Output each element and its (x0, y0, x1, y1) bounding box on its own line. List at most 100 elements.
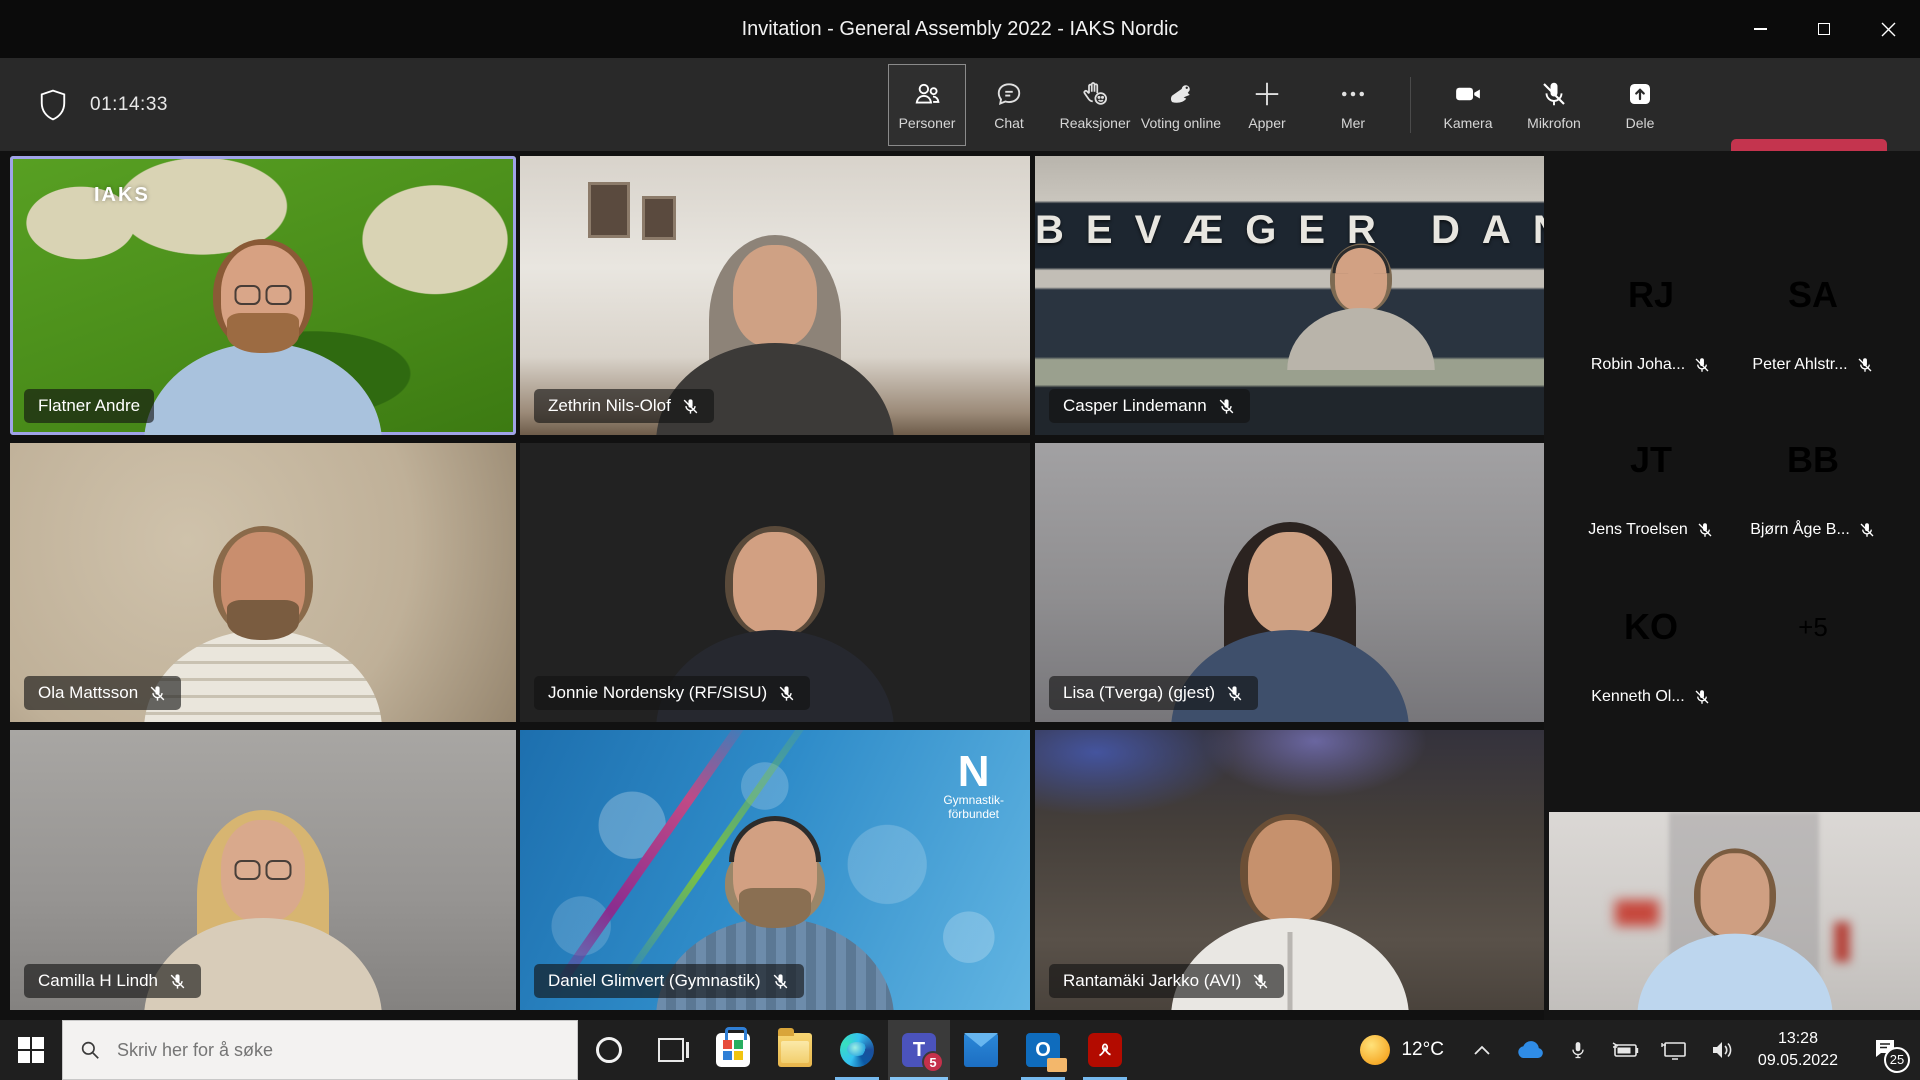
teams-notification-badge: 5 (922, 1051, 944, 1073)
toolbar-button-kamera[interactable]: Kamera (1425, 64, 1511, 146)
taskbar-app-mail[interactable] (950, 1020, 1012, 1080)
video-tile-flatner-andre[interactable]: IAKS Flatner Andre (10, 156, 516, 435)
taskbar-clock[interactable]: 13:28 09.05.2022 (1746, 1028, 1850, 1071)
iaks-backdrop-logo: IAKS (94, 184, 150, 207)
taskbar-app-file-explorer[interactable] (764, 1020, 826, 1080)
chat-icon (994, 79, 1024, 109)
video-tile-jonnie-nordensky[interactable]: Jonnie Nordensky (RF/SISU) (520, 443, 1030, 722)
video-tile-daniel-glimvert[interactable]: N Gymnastik-förbundet Daniel Glimvert (G… (520, 730, 1030, 1010)
toolbar-button-chat[interactable]: Chat (966, 64, 1052, 146)
video-tile-rantamaki-jarkko[interactable]: Rantamäki Jarkko (AVI) (1035, 730, 1544, 1010)
toolbar-button-dele[interactable]: Dele (1597, 64, 1683, 146)
sun-weather-icon (1360, 1035, 1390, 1065)
video-tile-lisa-tverga[interactable]: Lisa (Tverga) (gjest) (1035, 443, 1544, 722)
toolbar-button-label: Dele (1626, 115, 1655, 131)
toolbar-button-personer[interactable]: Personer (888, 64, 966, 146)
cortana-button[interactable] (578, 1020, 640, 1080)
toolbar-button-label: Mikrofon (1527, 115, 1581, 131)
self-video-person (1636, 837, 1833, 1009)
taskbar-app-teams[interactable]: T5 (888, 1020, 950, 1080)
mic-muted-icon (168, 972, 187, 991)
cortana-icon (596, 1037, 622, 1063)
video-tile-ola-mattsson[interactable]: Ola Mattsson (10, 443, 516, 722)
toolbar-divider (1410, 77, 1411, 133)
toolbar-button-apper[interactable]: Apper (1224, 64, 1310, 146)
acrobat-icon (1088, 1033, 1122, 1067)
taskbar-app-edge[interactable] (826, 1020, 888, 1080)
overflow-participants-avatar[interactable]: +5 (1760, 574, 1866, 680)
ellipsis-icon (1338, 79, 1368, 109)
weather-widget[interactable] (1351, 1035, 1399, 1065)
close-icon (1881, 22, 1896, 37)
toolbar-button-voting-online[interactable]: Voting online (1138, 64, 1224, 146)
taskbar-app-store[interactable] (702, 1020, 764, 1080)
avatar[interactable]: JT (1598, 407, 1704, 513)
maximize-button[interactable] (1792, 0, 1856, 58)
avatar[interactable]: BB (1760, 407, 1866, 513)
tray-onedrive[interactable] (1506, 1039, 1554, 1061)
system-tray: 12°C 13:28 09.05.2022 25 (1351, 1020, 1920, 1080)
toolbar-button-label: Voting online (1141, 115, 1221, 131)
search-icon (79, 1039, 101, 1061)
video-tile-casper-lindemann[interactable]: BEVÆGER DANMARK Casper Lindemann (1035, 156, 1544, 435)
gymnastikforbundet-logo: N Gymnastik-förbundet (943, 750, 1004, 822)
search-input[interactable] (115, 1039, 515, 1062)
title-bar: Invitation - General Assembly 2022 - IAK… (0, 0, 1920, 58)
reactions-icon (1080, 79, 1110, 109)
window-controls (1728, 0, 1920, 58)
tray-network[interactable] (1650, 1039, 1698, 1061)
video-tile-camilla-h-lindh[interactable]: Camilla H Lindh (10, 730, 516, 1010)
toolbar-button-label: Reaksjoner (1060, 115, 1131, 131)
microphone-icon (1568, 1038, 1588, 1062)
participant-name-label: Daniel Glimvert (Gymnastik) (534, 964, 804, 998)
taskbar-app-outlook[interactable]: O (1012, 1020, 1074, 1080)
battery-charging-icon (1611, 1039, 1641, 1061)
time: 13:28 (1778, 1028, 1818, 1050)
roster-name: Jens Troelsen (1559, 521, 1743, 539)
participant-name-label: Lisa (Tverga) (gjest) (1049, 676, 1258, 710)
meeting-timer: 01:14:33 (90, 94, 168, 116)
toolbar-button-mer[interactable]: Mer (1310, 64, 1396, 146)
toolbar-button-label: Mer (1341, 115, 1365, 131)
avatar[interactable]: RJ (1598, 242, 1704, 348)
chevron-up-icon (1472, 1043, 1492, 1057)
minimize-button[interactable] (1728, 0, 1792, 58)
mic-muted-icon (1856, 356, 1874, 374)
video-tile-zethrin-nils-olof[interactable]: Zethrin Nils-Olof (520, 156, 1030, 435)
network-display-icon (1660, 1039, 1688, 1061)
participant-name-label: Camilla H Lindh (24, 964, 201, 998)
task-view-button[interactable] (640, 1020, 702, 1080)
people-icon (912, 79, 942, 109)
mic-muted-icon (681, 397, 700, 416)
notification-count-badge: 25 (1884, 1047, 1910, 1073)
tray-battery[interactable] (1602, 1039, 1650, 1061)
roster-name: Peter Ahlstr... (1721, 356, 1905, 374)
toolbar-button-label: Kamera (1443, 115, 1492, 131)
action-center-icon: 25 (1872, 1036, 1898, 1065)
toolbar-button-mikrofon[interactable]: Mikrofon (1511, 64, 1597, 146)
participant-name-label: Zethrin Nils-Olof (534, 389, 714, 423)
tray-microphone[interactable] (1554, 1038, 1602, 1062)
action-center-button[interactable]: 25 (1850, 1036, 1920, 1065)
teams-meeting-window: Invitation - General Assembly 2022 - IAK… (0, 0, 1920, 1080)
backdrop-detail (1834, 922, 1850, 962)
taskbar-search[interactable] (62, 1020, 578, 1080)
toolbar-button-label: Chat (994, 115, 1024, 131)
mic-muted-icon (1696, 521, 1714, 539)
start-button[interactable] (0, 1020, 62, 1080)
tray-expand-button[interactable] (1458, 1043, 1506, 1057)
toolbar-button-reaksjoner[interactable]: Reaksjoner (1052, 64, 1138, 146)
avatar[interactable]: KO (1598, 574, 1704, 680)
file-explorer-icon (778, 1033, 812, 1067)
mic-muted-icon (1251, 972, 1270, 991)
voting-app-bird-icon (1166, 79, 1196, 109)
close-button[interactable] (1856, 0, 1920, 58)
meeting-toolbar: 01:14:33 Personer Chat Reaksjoner Voting… (0, 58, 1920, 151)
taskbar-app-acrobat[interactable] (1074, 1020, 1136, 1080)
self-view-video[interactable] (1549, 812, 1920, 1010)
tray-volume[interactable] (1698, 1039, 1746, 1061)
participant-video-person (1286, 235, 1435, 365)
avatar[interactable]: SA (1760, 242, 1866, 348)
mic-muted-icon (771, 972, 790, 991)
weather-temperature: 12°C (1401, 1039, 1443, 1061)
